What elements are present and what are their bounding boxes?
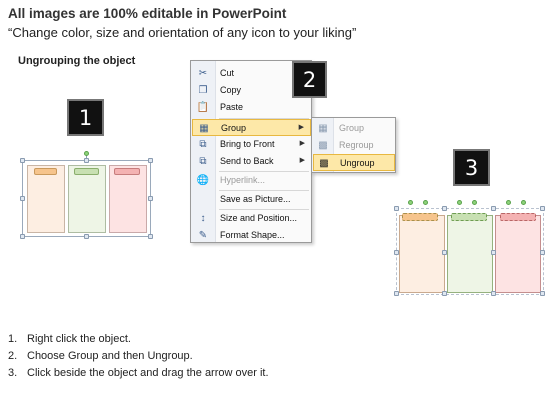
orange-tab[interactable] (402, 213, 438, 221)
menu-item-label: Send to Back (220, 156, 274, 166)
resize-handle[interactable] (148, 234, 153, 239)
resize-handle[interactable] (20, 234, 25, 239)
resize-handle[interactable] (540, 291, 545, 296)
group-submenu: ▦ Group ▩ Regroup ▩ Ungroup (311, 117, 396, 173)
resize-handle[interactable] (148, 158, 153, 163)
resize-handle[interactable] (442, 291, 447, 296)
resize-handle[interactable] (491, 206, 496, 211)
step-text: Right click the object. (27, 333, 131, 345)
step-text: Choose Group and then Ungroup. (27, 350, 193, 362)
instruction-step: 1. Right click the object. (8, 331, 269, 348)
copy-icon: ❐ (198, 85, 208, 96)
menu-item-label: Size and Position... (220, 213, 298, 223)
section-label: Ungrouping the object (18, 55, 136, 67)
step-number: 2. (8, 350, 18, 362)
grouped-object[interactable] (22, 160, 151, 237)
format-shape-icon: ✎ (198, 230, 208, 241)
red-tab (114, 168, 140, 175)
ungrouped-object[interactable] (396, 208, 544, 295)
green-tab[interactable] (451, 213, 487, 221)
orange-card (27, 165, 65, 233)
rotation-handle[interactable] (472, 200, 477, 205)
resize-handle[interactable] (491, 250, 496, 255)
resize-handle[interactable] (394, 250, 399, 255)
menu-item-group[interactable]: ▦ Group ▶ (192, 119, 311, 136)
rotation-handle[interactable] (408, 200, 413, 205)
submenu-arrow-icon: ▶ (298, 124, 304, 131)
menu-item-format-shape[interactable]: ✎ Format Shape... (192, 227, 311, 244)
resize-handle[interactable] (491, 291, 496, 296)
orange-tab (34, 168, 57, 175)
menu-item-label: Cut (220, 68, 235, 78)
size-position-icon: ↕ (200, 213, 206, 224)
step-number: 1. (8, 333, 18, 345)
bring-to-front-icon: ⧉ (199, 139, 207, 150)
submenu-item-regroup[interactable]: ▩ Regroup (313, 137, 395, 154)
scissors-icon: ✂ (198, 68, 208, 79)
resize-handle[interactable] (394, 206, 399, 211)
menu-item-paste[interactable]: 📋 Paste (192, 99, 311, 116)
menu-item-size-and-position[interactable]: ↕ Size and Position... (192, 210, 311, 227)
red-card[interactable] (495, 215, 541, 293)
resize-handle[interactable] (20, 158, 25, 163)
rotation-handle[interactable] (457, 200, 462, 205)
submenu-arrow-icon: ▶ (299, 157, 305, 164)
red-card (109, 165, 147, 233)
menu-item-send-to-back[interactable]: ⧉ Send to Back ▶ (192, 153, 311, 170)
submenu-item-label: Group (339, 123, 365, 133)
instruction-step: 2. Choose Group and then Ungroup. (8, 348, 269, 365)
instruction-list: 1. Right click the object. 2. Choose Group… (8, 331, 269, 382)
resize-handle[interactable] (442, 250, 447, 255)
menu-item-save-as-picture[interactable]: Save as Picture... (192, 191, 311, 208)
resize-handle[interactable] (84, 158, 89, 163)
step-number: 3. (8, 367, 18, 379)
step-badge-1: 1 (67, 99, 104, 136)
send-to-back-icon: ⧉ (199, 156, 207, 167)
menu-item-label: Bring to Front (220, 139, 275, 149)
instruction-step: 3. Click beside the object and drag the a… (8, 365, 269, 382)
rotation-handle[interactable] (84, 151, 89, 156)
green-card (68, 165, 106, 233)
rotation-handle[interactable] (521, 200, 526, 205)
menu-item-label: Group (221, 123, 247, 133)
green-card[interactable] (447, 215, 493, 293)
menu-item-label: Paste (220, 102, 244, 112)
submenu-item-label: Regroup (339, 140, 374, 150)
paste-icon: 📋 (196, 102, 210, 113)
rotation-handle[interactable] (506, 200, 511, 205)
resize-handle[interactable] (84, 234, 89, 239)
hyperlink-icon: 🌐 (196, 175, 210, 186)
ungroup-icon: ▩ (319, 158, 329, 169)
submenu-arrow-icon: ▶ (299, 140, 305, 147)
submenu-item-ungroup[interactable]: ▩ Ungroup (313, 154, 395, 171)
rotation-handle[interactable] (423, 200, 428, 205)
menu-item-label: Save as Picture... (220, 194, 291, 204)
resize-handle[interactable] (442, 206, 447, 211)
group-icon: ▦ (318, 123, 328, 134)
page-title: All images are 100% editable in PowerPoi… (8, 6, 287, 21)
resize-handle[interactable] (148, 196, 153, 201)
resize-handle[interactable] (540, 250, 545, 255)
menu-item-label: Copy (220, 85, 242, 95)
group-icon: ▦ (199, 123, 209, 134)
submenu-item-label: Ungroup (340, 158, 375, 168)
menu-item-hyperlink[interactable]: 🌐 Hyperlink... (192, 172, 311, 189)
orange-card[interactable] (399, 215, 445, 293)
resize-handle[interactable] (394, 291, 399, 296)
step-badge-3: 3 (453, 149, 490, 186)
menu-item-label: Format Shape... (220, 230, 285, 240)
resize-handle[interactable] (540, 206, 545, 211)
red-tab[interactable] (500, 213, 536, 221)
green-tab (74, 168, 99, 175)
menu-item-bring-to-front[interactable]: ⧉ Bring to Front ▶ (192, 136, 311, 153)
page-subtitle: “Change color, size and orientation of a… (8, 25, 357, 40)
step-badge-2: 2 (292, 61, 327, 98)
submenu-item-group[interactable]: ▦ Group (313, 120, 395, 137)
menu-item-label: Hyperlink... (220, 175, 266, 185)
resize-handle[interactable] (20, 196, 25, 201)
regroup-icon: ▩ (318, 140, 328, 151)
step-text: Click beside the object and drag the arr… (27, 367, 269, 379)
